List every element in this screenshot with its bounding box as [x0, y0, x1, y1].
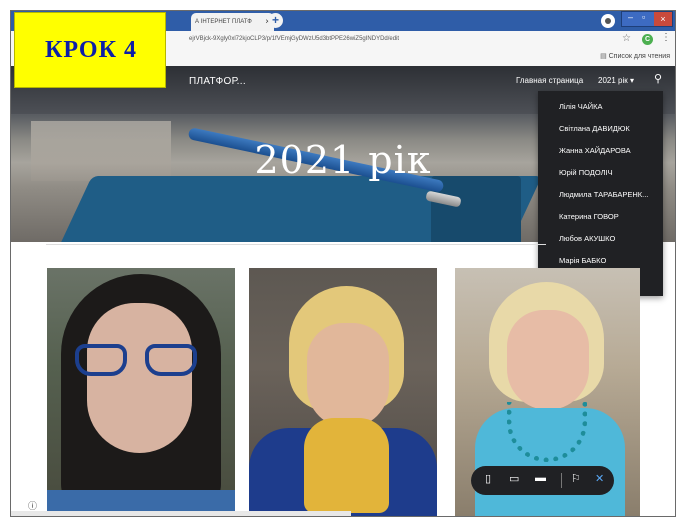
dropdown-item[interactable]: Катерина ГОВОР — [559, 212, 659, 221]
step-label-overlay: КРОК 4 — [14, 12, 166, 88]
portrait-face — [307, 323, 389, 428]
browser-menu-icon[interactable]: ⋮ — [661, 32, 671, 43]
section-divider — [46, 244, 546, 245]
reading-list-button[interactable]: Список для чтения — [600, 52, 670, 60]
nav-year-menu[interactable]: 2021 рік ▾ — [598, 76, 634, 85]
dropdown-item[interactable]: Любов АКУШКО — [559, 234, 659, 243]
chevron-down-icon: ▾ — [629, 76, 634, 85]
profile-avatar[interactable] — [601, 14, 615, 28]
window-controls: – ▫ × — [621, 11, 673, 27]
dropdown-item[interactable]: Людмила ТАРАБАРЕНК... — [559, 190, 659, 199]
nav-home-link[interactable]: Главная страница — [516, 76, 583, 85]
dropdown-item[interactable]: Марія БАБКО — [559, 256, 659, 265]
laptop-preview-icon[interactable]: ▬ — [535, 472, 546, 484]
nav-year-label: 2021 рік — [598, 76, 628, 85]
site-title[interactable]: ПЛАТФОР... — [189, 76, 246, 87]
search-icon[interactable]: ⚲ — [654, 72, 662, 85]
browser-tab[interactable]: А ІНТЕРНЕТ ПЛАТФ × — [191, 13, 274, 31]
maximize-icon[interactable]: ▫ — [642, 12, 645, 22]
new-tab-button[interactable]: + — [268, 13, 283, 28]
step-label-text: КРОК 4 — [45, 37, 137, 63]
feedback-icon[interactable]: ⚐ — [571, 472, 581, 485]
extension-icon[interactable]: C — [642, 34, 653, 45]
bookmark-star-icon[interactable]: ☆ — [622, 33, 631, 44]
close-preview-icon[interactable]: ✕ — [595, 472, 604, 485]
year-dropdown-menu: Лілія ЧАЙКА Світлана ДАВИДЮК Жанна ХАЙДА… — [538, 91, 663, 296]
dropdown-item[interactable]: Жанна ХАЙДАРОВА — [559, 146, 659, 155]
phone-preview-icon[interactable]: ▯ — [485, 472, 491, 485]
window-close-icon[interactable]: × — [654, 12, 672, 26]
preview-toolbar: ▯ ▭ ▬ ⚐ ✕ — [471, 466, 614, 495]
url-text[interactable]: ejrVBjck-9Xgly0xl72kjoCLP3/p/1fVEmjGyDWz… — [189, 36, 399, 42]
dropdown-item[interactable]: Світлана ДАВИДЮК — [559, 124, 659, 133]
photo-card[interactable] — [47, 268, 235, 516]
status-bar — [11, 511, 351, 516]
photo-card[interactable] — [249, 268, 437, 516]
tab-title: А ІНТЕРНЕТ ПЛАТФ — [195, 19, 252, 25]
portrait-glasses — [75, 344, 201, 378]
portrait-face — [507, 310, 589, 410]
dropdown-item[interactable]: Лілія ЧАЙКА — [559, 102, 659, 111]
portrait-face — [87, 303, 192, 453]
portrait-scarf — [304, 418, 389, 513]
tablet-preview-icon[interactable]: ▭ — [509, 472, 519, 485]
toolbar-separator — [561, 473, 562, 488]
dropdown-item[interactable]: Юрій ПОДОЛІЧ — [559, 168, 659, 177]
minimize-icon[interactable]: – — [628, 12, 633, 22]
hero-notebook-side — [431, 176, 521, 242]
